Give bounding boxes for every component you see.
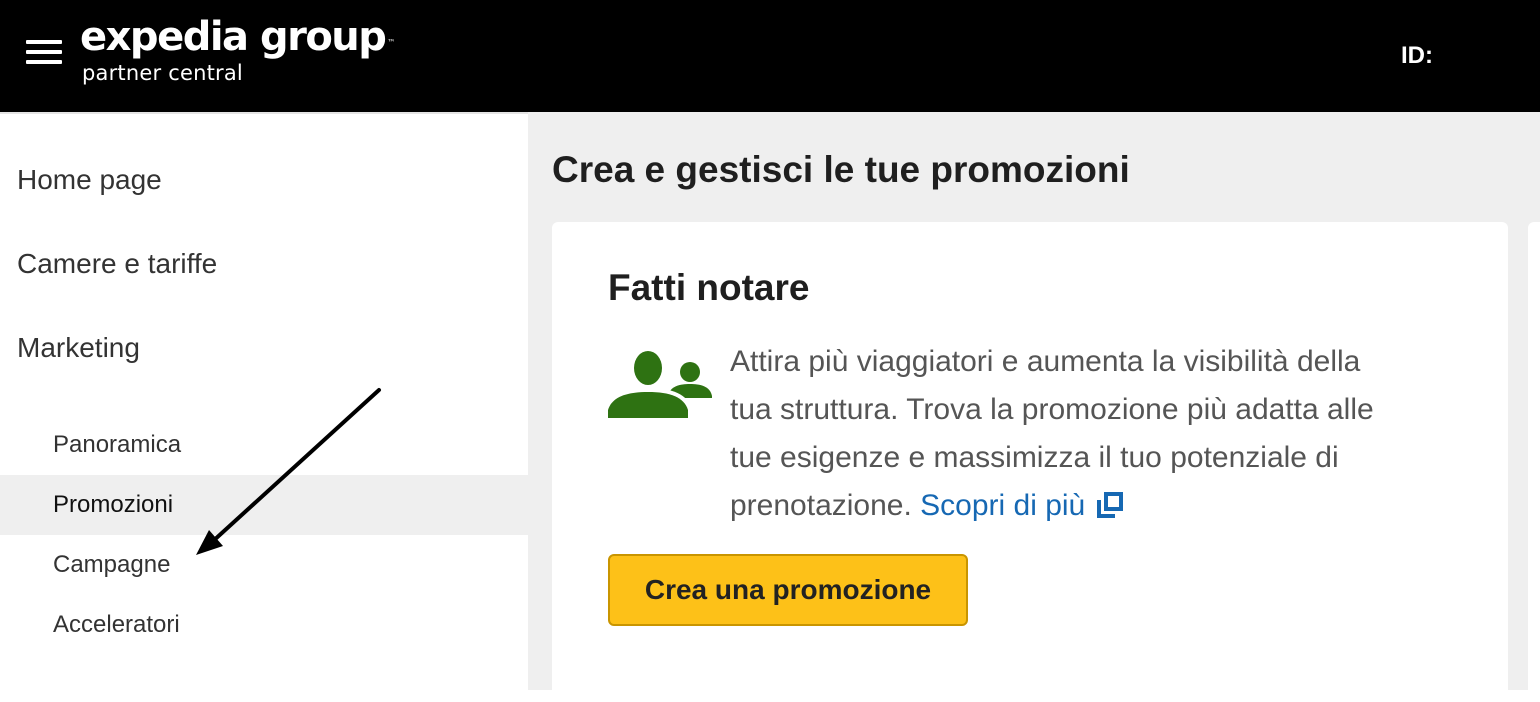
learn-more-link[interactable]: Scopri di più (920, 489, 1124, 522)
next-card-edge (1528, 222, 1540, 702)
expedia-group-logo[interactable]: expedia group ™ partner central (80, 14, 396, 85)
logo-wordmark: expedia group ™ (80, 14, 396, 60)
people-icon (608, 350, 712, 418)
sidebar-subitem-campagne[interactable]: Campagne (0, 535, 528, 595)
external-link-icon (1097, 492, 1124, 518)
top-header-bar: expedia group ™ partner central ID: (0, 0, 1540, 112)
create-promotion-button[interactable]: Crea una promozione (608, 554, 968, 626)
sidebar-subitem-acceleratori[interactable]: Acceleratori (0, 595, 528, 655)
logo-subtitle: partner central (82, 61, 243, 85)
sidebar-item-home-page[interactable]: Home page (17, 164, 162, 196)
sidebar-subitem-panoramica[interactable]: Panoramica (0, 415, 528, 475)
card-title: Fatti notare (608, 267, 810, 308)
page-title: Crea e gestisci le tue promozioni (552, 149, 1130, 190)
sidebar-subitem-promozioni[interactable]: Promozioni (0, 475, 528, 535)
sidebar-item-camere-e-tariffe[interactable]: Camere e tariffe (17, 248, 217, 280)
card-description: Attira più viaggiatori e aumenta la visi… (730, 338, 1410, 530)
sidebar-nav: Home page Camere e tariffe Marketing Pan… (0, 112, 528, 690)
promotion-card: Fatti notare Attira più viaggiatori e au… (552, 222, 1508, 702)
learn-more-label: Scopri di più (920, 489, 1086, 522)
sidebar-item-marketing[interactable]: Marketing (17, 332, 140, 364)
hamburger-menu-icon[interactable] (26, 40, 62, 64)
main-content: Crea e gestisci le tue promozioni Fatti … (528, 112, 1540, 702)
account-id-label: ID: (1401, 42, 1433, 69)
